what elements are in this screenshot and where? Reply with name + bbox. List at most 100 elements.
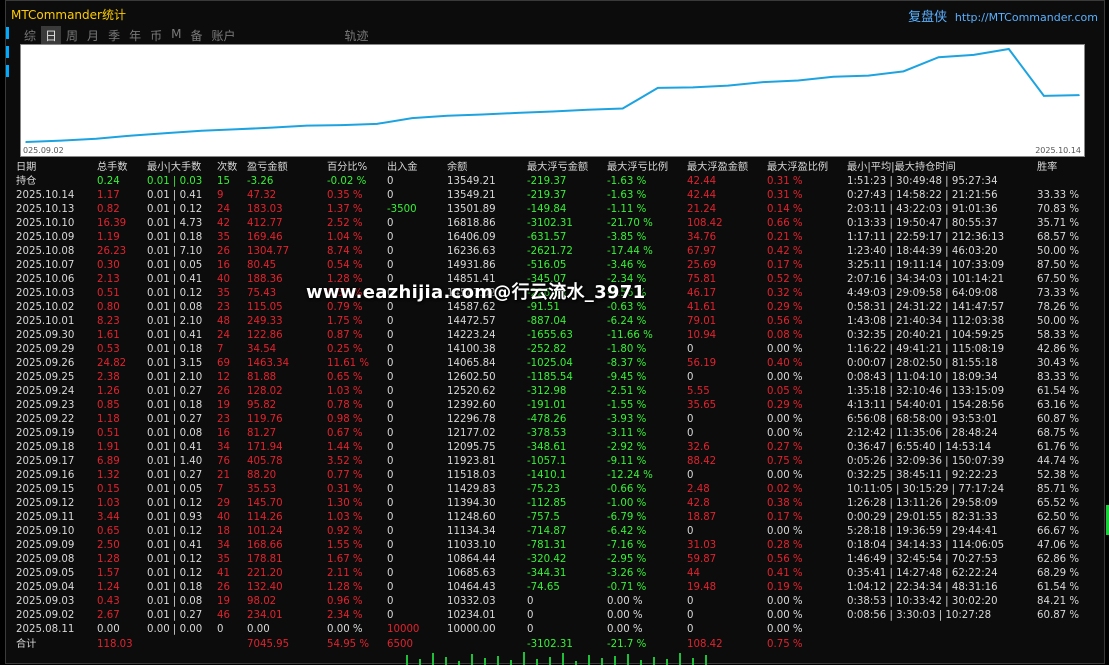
table-cell: 5:28:18 | 19:36:59 | 29:44:41 [847,526,998,537]
table-cell: 13501.89 [447,204,496,215]
table-cell: 0 [387,596,394,607]
table-cell: -9.45 % [607,372,647,383]
table-cell: 0 [387,344,394,355]
table-cell: 0.02 % [767,484,803,495]
table-cell: 178.81 [247,554,283,565]
table-cell: -3102.31 [527,639,573,650]
table-cell: 0.01 | 0.12 [147,204,203,215]
table-cell: 2025.09.26 [16,358,75,369]
volume-bar [536,659,538,665]
table-cell: 19 [217,400,230,411]
table-cell: 2025.09.19 [16,428,75,439]
brand-name[interactable]: 复盘侠 [908,10,947,25]
table-cell: 3:25:11 | 19:11:14 | 107:33:09 [847,260,1005,271]
table-cell: 0.00 [97,624,120,635]
table-cell: 12296.78 [447,414,496,425]
tab-4[interactable]: 季 [104,26,124,45]
table-cell: 12095.75 [447,442,496,453]
table-cell: 2025.09.10 [16,526,75,537]
table-cell: 0 [387,372,394,383]
table-cell: 19.48 [687,582,717,593]
table-cell: 84.21 % [1037,596,1080,607]
table-cell: 2.50 [97,540,120,551]
equity-point [586,108,589,111]
table-cell: -11.66 % [607,330,653,341]
table-cell: 0.00 % [767,624,803,635]
volume-bar [419,659,421,665]
brand-url-link[interactable]: http://MTCommander.com [955,11,1098,24]
tab-10[interactable]: 轨迹 [341,26,373,45]
table-cell: 35 [217,288,230,299]
table-cell: 0.92 % [327,526,363,537]
table-cell: 0.51 [97,428,120,439]
table-cell: 34 [217,442,230,453]
table-cell: -320.42 [527,554,567,565]
column-header: 最大浮亏比例 [607,162,669,173]
tab-9[interactable]: 账户 [207,26,239,45]
table-cell: 2025.09.16 [16,470,75,481]
table-cell: 8.74 % [327,246,363,257]
left-edge-markers [6,27,12,84]
table-cell: 2025.10.07 [16,260,75,271]
table-cell: -9.11 % [607,456,647,467]
table-cell: -191.01 [527,400,567,411]
table-cell: 42.44 [687,176,717,187]
table-cell: 0.21 % [767,232,803,243]
equity-point [657,87,659,89]
table-cell: 88.20 [247,470,277,481]
table-cell: 168.66 [247,540,283,551]
table-cell: 119.76 [247,414,283,425]
table-cell: 1:16:22 | 49:41:21 | 115:08:19 [847,344,1005,355]
table-cell: 188.36 [247,274,283,285]
tab-1[interactable]: 日 [41,26,62,45]
table-cell: 2025.09.02 [16,610,75,621]
table-cell: 0.24 [97,176,120,187]
volume-bar [432,653,434,665]
column-header: 日期 [16,162,37,173]
table-cell: 26 [217,582,230,593]
table-cell: 0.08 % [767,330,803,341]
table-cell: 0:35:41 | 14:27:48 | 62:22:24 [847,568,998,579]
table-cell: 0 [687,414,694,425]
table-cell: 101.24 [247,526,283,537]
table-cell: 132.40 [247,582,283,593]
table-cell: 6.89 [97,456,120,467]
tab-3[interactable]: 月 [83,26,103,45]
table-cell: 0 [217,624,224,635]
table-cell: 2025.08.11 [16,624,75,635]
table-cell: 1:46:49 | 32:45:54 | 70:27:53 [847,554,998,565]
table-cell: 0 [527,596,534,607]
table-cell: 70.83 % [1037,204,1080,215]
table-cell: 0.01 | 0.27 [147,414,203,425]
table-cell: 0.29 % [767,400,803,411]
table-cell: 0.01 | 1.40 [147,456,203,467]
table-cell: 2.11 % [327,568,363,579]
table-cell: 67.50 % [1037,274,1080,285]
equity-point [1078,94,1080,96]
table-cell: 0.43 [97,596,120,607]
table-cell: 24 [217,330,230,341]
tab-8[interactable]: 备 [186,26,206,45]
table-cell: 16406.09 [447,232,496,243]
table-cell: -0.02 % [327,176,367,187]
tab-5[interactable]: 年 [125,26,145,45]
tab-7[interactable]: M [167,26,185,45]
table-cell: 169.46 [247,232,283,243]
table-cell: 0.01 | 4.73 [147,218,203,229]
table-cell: 145.70 [247,498,283,509]
table-cell: 24.82 [97,358,127,369]
tab-0[interactable]: 综 [20,26,40,45]
table-cell: -3.46 % [607,260,647,271]
table-cell: 0 [687,526,694,537]
table-cell: 2025.09.15 [16,484,75,495]
table-cell: 10234.01 [447,610,496,621]
table-cell: 1304.77 [247,246,290,257]
table-cell: 76 [217,456,230,467]
tab-2[interactable]: 周 [62,26,82,45]
table-cell: 0 [387,330,394,341]
table-cell: 0 [387,260,394,271]
table-cell: -3.85 % [607,232,647,243]
table-cell: 2025.09.04 [16,582,75,593]
tab-6[interactable]: 币 [146,26,166,45]
table-cell: 1.03 [97,498,120,509]
